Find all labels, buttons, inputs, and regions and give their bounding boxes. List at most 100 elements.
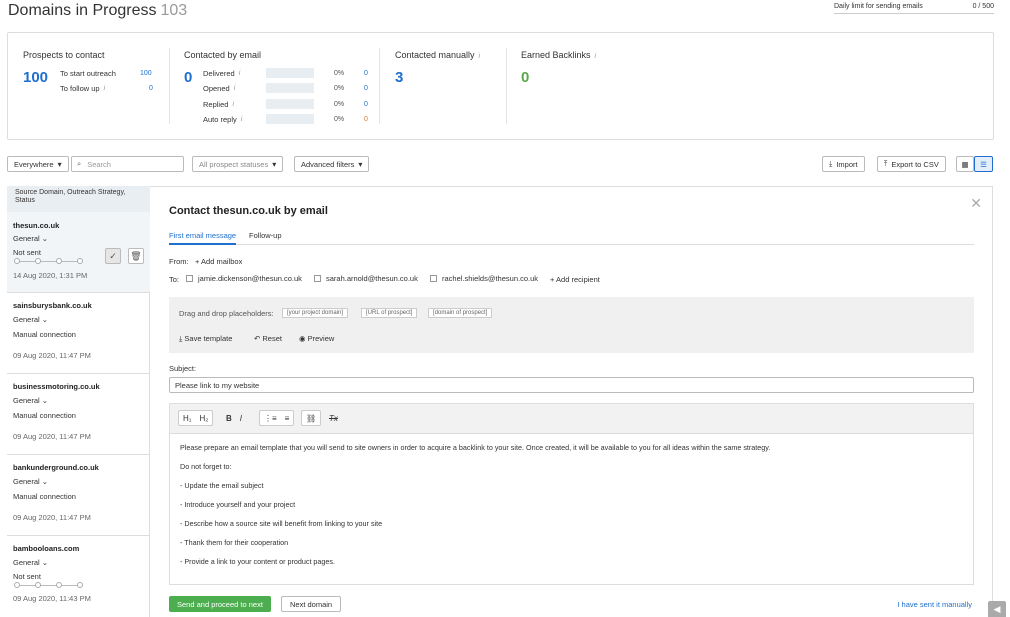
body-paragraph: - Provide a link to your content or prod… [180, 557, 336, 566]
progress-dots [14, 258, 84, 264]
auto-reply-pct: 0% [334, 116, 345, 123]
follow-up-count[interactable]: 0 [149, 85, 153, 92]
email-editor[interactable]: H₁ H₂ B I ⋮≡ ≡ ⛓ Tx Please prepare an em… [169, 403, 974, 585]
chevron-down-icon: ▾ [358, 159, 363, 169]
delivered-count[interactable]: 0 [364, 70, 368, 77]
domain-item-sainsburysbank[interactable]: sainsburysbank.co.uk General ⌄ Manual co… [7, 293, 150, 374]
editor-body[interactable]: Please prepare an email template that yo… [180, 444, 963, 584]
tab-first-email[interactable]: First email message [169, 231, 237, 245]
reset-button[interactable]: ↶ Reset [254, 334, 282, 343]
daily-limit-value: 0 / 500 [972, 3, 994, 10]
reset-label: Reset [262, 334, 282, 343]
scope-label: Everywhere [14, 159, 54, 169]
link-icon[interactable]: ⛓ [302, 414, 320, 423]
domain-item-businessmotoring[interactable]: businessmotoring.co.uk General ⌄ Manual … [7, 374, 150, 455]
replied-count[interactable]: 0 [364, 101, 368, 108]
import-button[interactable]: ⤓ Import [822, 156, 865, 172]
info-icon[interactable]: i [479, 53, 481, 60]
save-template-button[interactable]: ⤓ Save template [179, 334, 232, 344]
sent-manually-link[interactable]: I have sent it manually [897, 600, 972, 609]
feedback-icon[interactable]: ◀ [988, 601, 1006, 617]
placeholder-domain-prospect[interactable]: [domain of prospect] [428, 308, 493, 318]
strategy-dropdown[interactable]: General ⌄ [13, 558, 48, 567]
recipient-option[interactable]: sarah.arnold@thesun.co.uk [314, 274, 418, 283]
info-icon[interactable]: i [232, 101, 234, 108]
info-icon[interactable]: i [104, 85, 106, 92]
ordered-list-icon[interactable]: ⋮≡ [260, 414, 281, 423]
scope-dropdown[interactable]: Everywhere ▾ [7, 156, 69, 172]
save-template-label: Save template [184, 334, 233, 343]
table-view-button[interactable]: ▦ [956, 156, 974, 172]
clear-format-icon[interactable]: Tx [325, 414, 342, 423]
italic-button[interactable]: I [236, 414, 246, 423]
strategy-dropdown[interactable]: General ⌄ [13, 396, 48, 405]
bullet-list-icon[interactable]: ≡ [281, 414, 294, 423]
placeholder-url-prospect[interactable]: [URL of prospect] [361, 308, 418, 318]
format-buttons: B I [222, 410, 246, 426]
body-paragraph: - Describe how a source site will benefi… [180, 519, 383, 528]
progress-dots [14, 582, 84, 588]
export-icon: ⤒ [884, 159, 888, 168]
subject-input[interactable]: Please link to my website [169, 377, 974, 393]
domain-item-bankunderground[interactable]: bankunderground.co.uk General ⌄ Manual c… [7, 455, 150, 536]
status-label: All prospect statuses [199, 159, 269, 169]
strategy-dropdown[interactable]: General ⌄ [13, 477, 48, 486]
recipient-option[interactable]: rachel.shields@thesun.co.uk [430, 274, 538, 283]
domain-item-bambooloans[interactable]: bambooloans.com General ⌄ Not sent 09 Au… [7, 536, 150, 617]
domain-date: 09 Aug 2020, 11:43 PM [13, 594, 91, 603]
placeholder-panel: Drag and drop placeholders: [your projec… [169, 297, 974, 353]
domain-item-thesun[interactable]: thesun.co.uk General ⌄ Not sent ✓ 🗑 14 A… [7, 212, 150, 293]
add-recipient-link[interactable]: + Add recipient [550, 275, 600, 284]
domain-name: businessmotoring.co.uk [13, 382, 100, 391]
checkbox[interactable] [430, 275, 437, 282]
add-mailbox-link[interactable]: + Add mailbox [195, 257, 242, 266]
heading2-button[interactable]: H₂ [195, 414, 212, 423]
close-icon[interactable]: ✕ [970, 195, 982, 212]
placeholder-project-domain[interactable]: [your project domain] [282, 308, 349, 318]
stat-row-opened: Opened i [203, 84, 235, 93]
strategy-dropdown[interactable]: General ⌄ [13, 234, 48, 243]
status-dropdown[interactable]: All prospect statuses ▾ [192, 156, 284, 172]
export-csv-button[interactable]: ⤒ Export to CSV [877, 156, 946, 172]
checkbox[interactable] [314, 275, 321, 282]
send-and-next-button[interactable]: Send and proceed to next [169, 596, 271, 612]
check-icon[interactable]: ✓ [105, 248, 121, 264]
backlinks-stat: Earned Backlinks i 0 [521, 33, 641, 139]
divider [169, 48, 170, 124]
advanced-filters-button[interactable]: Advanced filters ▾ [294, 156, 370, 172]
advanced-filters-label: Advanced filters [301, 159, 355, 169]
contacted-email-total[interactable]: 0 [184, 69, 192, 86]
body-paragraph: - Update the email subject [180, 481, 264, 490]
list-view-button[interactable]: ☰ [974, 156, 993, 172]
backlinks-total[interactable]: 0 [521, 69, 529, 86]
chevron-down-icon: ⌄ [41, 396, 49, 405]
clear-format-group: Tx [325, 410, 342, 426]
row-label: To follow up [60, 84, 100, 93]
preview-button[interactable]: ◉ Preview [299, 334, 334, 343]
info-icon[interactable]: i [239, 70, 241, 77]
tab-follow-up[interactable]: Follow-up [249, 231, 282, 243]
search-input[interactable]: ⌕ Search [71, 156, 184, 172]
from-label: From: [169, 257, 189, 266]
info-icon[interactable]: i [595, 53, 597, 60]
checkbox[interactable] [186, 275, 193, 282]
heading1-button[interactable]: H₁ [179, 414, 195, 423]
auto-reply-count[interactable]: 0 [364, 116, 368, 123]
page-title: Domains in Progress 103 [8, 2, 187, 20]
contacted-manually-label: Contacted manually [395, 50, 475, 60]
table-view-icon: ▦ [961, 159, 969, 169]
prospects-total[interactable]: 100 [23, 69, 48, 86]
domain-name: bankunderground.co.uk [13, 463, 99, 472]
recipient-option[interactable]: jamie.dickenson@thesun.co.uk [186, 274, 302, 283]
contacted-manually-total[interactable]: 3 [395, 69, 403, 86]
next-domain-button[interactable]: Next domain [281, 596, 342, 612]
subject-label: Subject: [169, 364, 197, 373]
bold-button[interactable]: B [222, 414, 236, 423]
opened-count[interactable]: 0 [364, 85, 368, 92]
start-outreach-count[interactable]: 100 [140, 70, 152, 77]
strategy-dropdown[interactable]: General ⌄ [13, 315, 48, 324]
info-icon[interactable]: i [241, 116, 243, 123]
info-icon[interactable]: i [234, 85, 236, 92]
save-icon: ⤓ [179, 334, 183, 343]
trash-icon[interactable]: 🗑 [128, 248, 144, 264]
